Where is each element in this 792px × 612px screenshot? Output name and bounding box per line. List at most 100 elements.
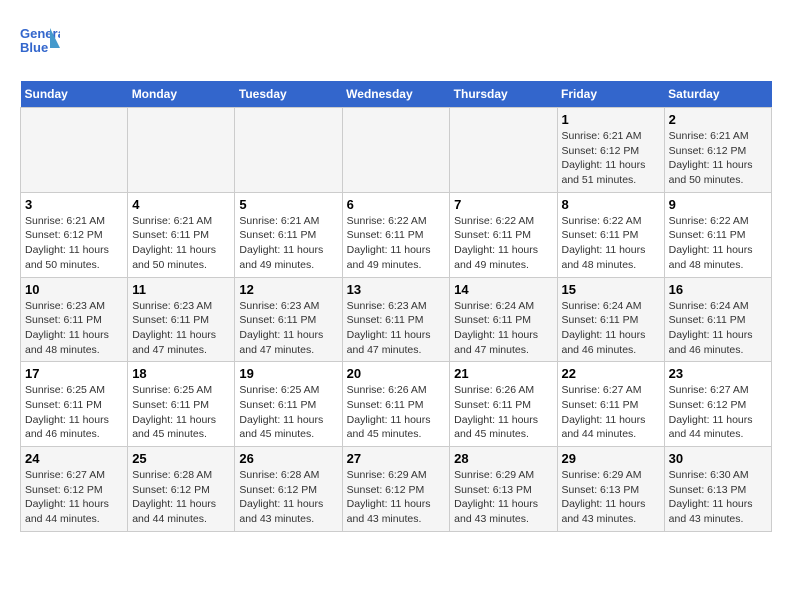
sunset-text: Sunset: 6:11 PM — [562, 229, 639, 241]
sunset-text: Sunset: 6:12 PM — [562, 145, 640, 157]
day-number: 14 — [454, 282, 552, 297]
calendar-cell: 26 Sunrise: 6:28 AM Sunset: 6:12 PM Dayl… — [235, 447, 342, 532]
daylight-text: Daylight: 11 hours and 51 minutes. — [562, 159, 646, 186]
sunset-text: Sunset: 6:11 PM — [669, 229, 746, 241]
sunset-text: Sunset: 6:12 PM — [239, 484, 317, 496]
daylight-text: Daylight: 11 hours and 43 minutes. — [562, 498, 646, 525]
daylight-text: Daylight: 11 hours and 49 minutes. — [454, 244, 538, 271]
sunset-text: Sunset: 6:11 PM — [347, 399, 424, 411]
day-number: 1 — [562, 112, 660, 127]
sunset-text: Sunset: 6:12 PM — [669, 399, 747, 411]
day-info: Sunrise: 6:23 AM Sunset: 6:11 PM Dayligh… — [347, 299, 446, 358]
sunset-text: Sunset: 6:12 PM — [132, 484, 210, 496]
daylight-text: Daylight: 11 hours and 50 minutes. — [669, 159, 753, 186]
calendar-cell: 2 Sunrise: 6:21 AM Sunset: 6:12 PM Dayli… — [664, 108, 771, 193]
daylight-text: Daylight: 11 hours and 48 minutes. — [25, 329, 109, 356]
day-of-week-header: Friday — [557, 81, 664, 108]
calendar-cell: 18 Sunrise: 6:25 AM Sunset: 6:11 PM Dayl… — [128, 362, 235, 447]
day-info: Sunrise: 6:22 AM Sunset: 6:11 PM Dayligh… — [562, 214, 660, 273]
calendar-cell: 17 Sunrise: 6:25 AM Sunset: 6:11 PM Dayl… — [21, 362, 128, 447]
sunset-text: Sunset: 6:12 PM — [669, 145, 747, 157]
calendar-week-row: 3 Sunrise: 6:21 AM Sunset: 6:12 PM Dayli… — [21, 192, 772, 277]
sunset-text: Sunset: 6:12 PM — [347, 484, 425, 496]
sunrise-text: Sunrise: 6:28 AM — [239, 469, 319, 481]
sunset-text: Sunset: 6:11 PM — [239, 399, 316, 411]
sunset-text: Sunset: 6:12 PM — [25, 484, 103, 496]
day-info: Sunrise: 6:21 AM Sunset: 6:12 PM Dayligh… — [25, 214, 123, 273]
calendar-table: SundayMondayTuesdayWednesdayThursdayFrid… — [20, 81, 772, 532]
calendar-cell: 10 Sunrise: 6:23 AM Sunset: 6:11 PM Dayl… — [21, 277, 128, 362]
sunrise-text: Sunrise: 6:22 AM — [669, 215, 749, 227]
day-number: 22 — [562, 366, 660, 381]
sunrise-text: Sunrise: 6:22 AM — [347, 215, 427, 227]
day-of-week-header: Monday — [128, 81, 235, 108]
daylight-text: Daylight: 11 hours and 45 minutes. — [347, 414, 431, 441]
calendar-cell — [235, 108, 342, 193]
sunrise-text: Sunrise: 6:22 AM — [562, 215, 642, 227]
sunrise-text: Sunrise: 6:23 AM — [25, 300, 105, 312]
daylight-text: Daylight: 11 hours and 46 minutes. — [562, 329, 646, 356]
calendar-cell: 13 Sunrise: 6:23 AM Sunset: 6:11 PM Dayl… — [342, 277, 450, 362]
calendar-cell: 12 Sunrise: 6:23 AM Sunset: 6:11 PM Dayl… — [235, 277, 342, 362]
daylight-text: Daylight: 11 hours and 43 minutes. — [669, 498, 753, 525]
day-info: Sunrise: 6:24 AM Sunset: 6:11 PM Dayligh… — [562, 299, 660, 358]
day-info: Sunrise: 6:22 AM Sunset: 6:11 PM Dayligh… — [347, 214, 446, 273]
day-number: 20 — [347, 366, 446, 381]
day-info: Sunrise: 6:21 AM Sunset: 6:11 PM Dayligh… — [132, 214, 230, 273]
sunset-text: Sunset: 6:11 PM — [239, 229, 316, 241]
daylight-text: Daylight: 11 hours and 44 minutes. — [132, 498, 216, 525]
sunrise-text: Sunrise: 6:25 AM — [132, 384, 212, 396]
daylight-text: Daylight: 11 hours and 45 minutes. — [454, 414, 538, 441]
day-info: Sunrise: 6:22 AM Sunset: 6:11 PM Dayligh… — [454, 214, 552, 273]
daylight-text: Daylight: 11 hours and 50 minutes. — [25, 244, 109, 271]
calendar-cell: 16 Sunrise: 6:24 AM Sunset: 6:11 PM Dayl… — [664, 277, 771, 362]
daylight-text: Daylight: 11 hours and 48 minutes. — [562, 244, 646, 271]
calendar-cell: 20 Sunrise: 6:26 AM Sunset: 6:11 PM Dayl… — [342, 362, 450, 447]
sunset-text: Sunset: 6:11 PM — [562, 314, 639, 326]
day-number: 21 — [454, 366, 552, 381]
calendar-cell: 27 Sunrise: 6:29 AM Sunset: 6:12 PM Dayl… — [342, 447, 450, 532]
day-info: Sunrise: 6:25 AM Sunset: 6:11 PM Dayligh… — [25, 383, 123, 442]
sunset-text: Sunset: 6:13 PM — [562, 484, 640, 496]
sunrise-text: Sunrise: 6:29 AM — [454, 469, 534, 481]
sunrise-text: Sunrise: 6:27 AM — [562, 384, 642, 396]
day-of-week-header: Wednesday — [342, 81, 450, 108]
calendar-cell: 8 Sunrise: 6:22 AM Sunset: 6:11 PM Dayli… — [557, 192, 664, 277]
day-number: 19 — [239, 366, 337, 381]
daylight-text: Daylight: 11 hours and 46 minutes. — [25, 414, 109, 441]
day-of-week-header: Saturday — [664, 81, 771, 108]
calendar-cell — [450, 108, 557, 193]
svg-text:Blue: Blue — [20, 40, 48, 55]
sunset-text: Sunset: 6:13 PM — [669, 484, 747, 496]
daylight-text: Daylight: 11 hours and 50 minutes. — [132, 244, 216, 271]
day-info: Sunrise: 6:26 AM Sunset: 6:11 PM Dayligh… — [347, 383, 446, 442]
day-number: 28 — [454, 451, 552, 466]
day-number: 12 — [239, 282, 337, 297]
calendar-cell — [128, 108, 235, 193]
calendar-week-row: 10 Sunrise: 6:23 AM Sunset: 6:11 PM Dayl… — [21, 277, 772, 362]
sunset-text: Sunset: 6:11 PM — [25, 399, 102, 411]
daylight-text: Daylight: 11 hours and 45 minutes. — [239, 414, 323, 441]
day-info: Sunrise: 6:23 AM Sunset: 6:11 PM Dayligh… — [132, 299, 230, 358]
day-number: 8 — [562, 197, 660, 212]
daylight-text: Daylight: 11 hours and 49 minutes. — [239, 244, 323, 271]
sunrise-text: Sunrise: 6:25 AM — [25, 384, 105, 396]
sunrise-text: Sunrise: 6:23 AM — [239, 300, 319, 312]
day-info: Sunrise: 6:28 AM Sunset: 6:12 PM Dayligh… — [239, 468, 337, 527]
sunrise-text: Sunrise: 6:26 AM — [347, 384, 427, 396]
calendar-week-row: 1 Sunrise: 6:21 AM Sunset: 6:12 PM Dayli… — [21, 108, 772, 193]
sunrise-text: Sunrise: 6:21 AM — [132, 215, 212, 227]
calendar-cell: 3 Sunrise: 6:21 AM Sunset: 6:12 PM Dayli… — [21, 192, 128, 277]
day-info: Sunrise: 6:23 AM Sunset: 6:11 PM Dayligh… — [239, 299, 337, 358]
calendar-cell: 28 Sunrise: 6:29 AM Sunset: 6:13 PM Dayl… — [450, 447, 557, 532]
day-info: Sunrise: 6:22 AM Sunset: 6:11 PM Dayligh… — [669, 214, 767, 273]
day-number: 10 — [25, 282, 123, 297]
day-number: 23 — [669, 366, 767, 381]
sunset-text: Sunset: 6:11 PM — [132, 229, 209, 241]
sunrise-text: Sunrise: 6:25 AM — [239, 384, 319, 396]
sunset-text: Sunset: 6:11 PM — [347, 314, 424, 326]
sunrise-text: Sunrise: 6:23 AM — [132, 300, 212, 312]
daylight-text: Daylight: 11 hours and 47 minutes. — [454, 329, 538, 356]
daylight-text: Daylight: 11 hours and 47 minutes. — [347, 329, 431, 356]
day-info: Sunrise: 6:27 AM Sunset: 6:12 PM Dayligh… — [669, 383, 767, 442]
